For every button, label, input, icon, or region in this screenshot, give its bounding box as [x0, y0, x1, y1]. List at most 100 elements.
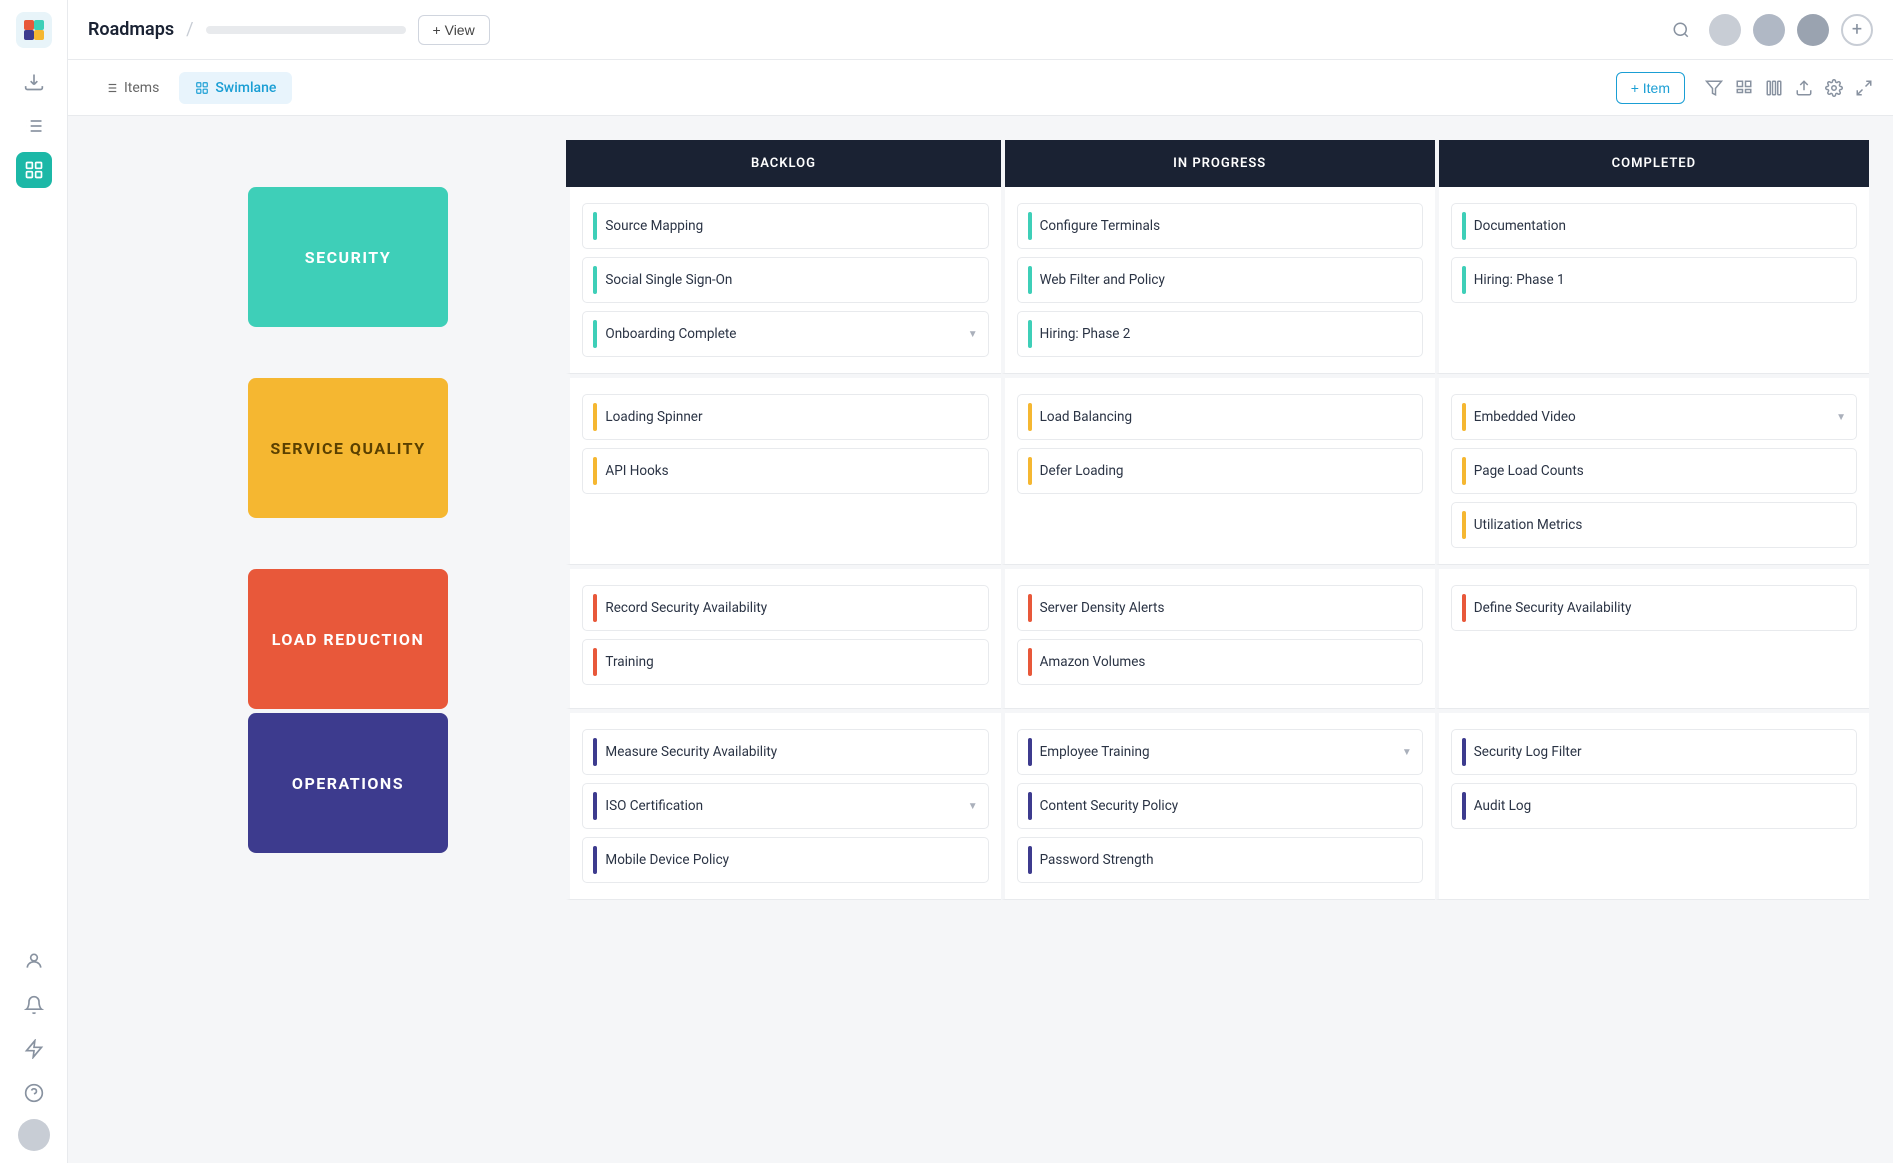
- items-cell-service_quality-inprogress: Load Balancing Defer Loading: [1001, 378, 1435, 565]
- toolbar: Items Swimlane + Item: [68, 60, 1893, 116]
- items-cell-load_reduction-completed: Define Security Availability: [1435, 569, 1869, 709]
- item-card[interactable]: Measure Security Availability: [582, 729, 988, 775]
- chevron-down-icon[interactable]: ▼: [1836, 412, 1846, 423]
- item-color-dot: [1028, 846, 1032, 874]
- chevron-down-icon[interactable]: ▼: [1402, 747, 1412, 758]
- item-color-dot: [1462, 511, 1466, 539]
- item-color-dot: [593, 792, 597, 820]
- item-list-service_quality-completed: Embedded Video ▼ Page Load Counts Utilizati…: [1451, 394, 1857, 548]
- item-color-dot: [1028, 403, 1032, 431]
- item-card[interactable]: Configure Terminals: [1017, 203, 1423, 249]
- item-card[interactable]: Hiring: Phase 2: [1017, 311, 1423, 357]
- item-card[interactable]: Utilization Metrics: [1451, 502, 1857, 548]
- sidebar-icon-download[interactable]: [16, 64, 52, 100]
- item-label: Hiring: Phase 1: [1474, 272, 1846, 288]
- item-label: Loading Spinner: [605, 409, 977, 425]
- item-card[interactable]: Hiring: Phase 1: [1451, 257, 1857, 303]
- chevron-down-icon[interactable]: ▼: [968, 329, 978, 340]
- add-user-button[interactable]: +: [1841, 14, 1873, 46]
- item-list-load_reduction-inprogress: Server Density Alerts Amazon Volumes: [1017, 585, 1423, 685]
- item-color-dot: [1028, 792, 1032, 820]
- layout-icon[interactable]: [1735, 79, 1753, 97]
- item-card[interactable]: Web Filter and Policy: [1017, 257, 1423, 303]
- filter-icon[interactable]: [1705, 79, 1723, 97]
- user-avatar[interactable]: [18, 1119, 50, 1151]
- sidebar-icon-people[interactable]: [16, 943, 52, 979]
- item-card[interactable]: Load Balancing: [1017, 394, 1423, 440]
- expand-icon[interactable]: [1855, 79, 1873, 97]
- item-label: Configure Terminals: [1040, 218, 1412, 234]
- item-list-security-backlog: Source Mapping Social Single Sign-On Onboa…: [582, 203, 988, 357]
- items-cell-security-backlog: Source Mapping Social Single Sign-On Onboa…: [566, 187, 1000, 374]
- item-card[interactable]: Training: [582, 639, 988, 685]
- item-card[interactable]: Content Security Policy: [1017, 783, 1423, 829]
- item-list-security-inprogress: Configure Terminals Web Filter and Policy…: [1017, 203, 1423, 357]
- export-icon[interactable]: [1795, 79, 1813, 97]
- item-card[interactable]: ISO Certification▼: [582, 783, 988, 829]
- item-card[interactable]: Source Mapping: [582, 203, 988, 249]
- item-color-dot: [593, 457, 597, 485]
- item-card[interactable]: Defer Loading: [1017, 448, 1423, 494]
- item-color-dot: [1028, 212, 1032, 240]
- item-card[interactable]: Security Log Filter: [1451, 729, 1857, 775]
- items-cell-security-completed: Documentation Hiring: Phase 1: [1435, 187, 1869, 374]
- item-card[interactable]: Documentation: [1451, 203, 1857, 249]
- item-card[interactable]: Loading Spinner: [582, 394, 988, 440]
- item-card[interactable]: Password Strength: [1017, 837, 1423, 883]
- main-area: Roadmaps / + View + Items Swimlane + Ite…: [68, 0, 1893, 1163]
- search-icon[interactable]: [1665, 14, 1697, 46]
- app-logo[interactable]: [16, 12, 52, 48]
- item-label: Source Mapping: [605, 218, 977, 234]
- item-card[interactable]: Page Load Counts: [1451, 448, 1857, 494]
- sidebar-icon-help[interactable]: [16, 1075, 52, 1111]
- item-card[interactable]: Embedded Video ▼: [1451, 394, 1857, 440]
- item-card[interactable]: Server Density Alerts: [1017, 585, 1423, 631]
- user-avatar-1[interactable]: [1709, 14, 1741, 46]
- item-card[interactable]: Audit Log: [1451, 783, 1857, 829]
- columns-icon[interactable]: [1765, 79, 1783, 97]
- item-card[interactable]: Amazon Volumes: [1017, 639, 1423, 685]
- item-list-security-completed: Documentation Hiring: Phase 1: [1451, 203, 1857, 303]
- items-cell-security-inprogress: Configure Terminals Web Filter and Policy…: [1001, 187, 1435, 374]
- page-title: Roadmaps: [88, 19, 174, 40]
- tab-swimlane[interactable]: Swimlane: [179, 72, 292, 104]
- item-color-dot: [1462, 403, 1466, 431]
- tab-swimlane-label: Swimlane: [215, 80, 276, 96]
- item-card[interactable]: Social Single Sign-On: [582, 257, 988, 303]
- tab-items[interactable]: Items: [88, 72, 175, 104]
- chevron-down-icon[interactable]: ▼: [968, 801, 978, 812]
- item-card[interactable]: Define Security Availability: [1451, 585, 1857, 631]
- user-avatar-2[interactable]: [1753, 14, 1785, 46]
- add-item-button[interactable]: + Item: [1616, 72, 1685, 104]
- item-label: Mobile Device Policy: [605, 852, 977, 868]
- item-label: Password Strength: [1040, 852, 1412, 868]
- breadcrumb-bar: [206, 26, 406, 34]
- item-list-operations-backlog: Measure Security Availability ISO Certifi…: [582, 729, 988, 883]
- settings-icon[interactable]: [1825, 79, 1843, 97]
- item-list-load_reduction-backlog: Record Security Availability Training: [582, 585, 988, 685]
- item-card[interactable]: Mobile Device Policy: [582, 837, 988, 883]
- col-header-completed: COMPLETED: [1435, 140, 1869, 187]
- item-color-dot: [593, 594, 597, 622]
- item-label: Defer Loading: [1040, 463, 1412, 479]
- items-cell-operations-backlog: Measure Security Availability ISO Certifi…: [566, 713, 1000, 900]
- item-color-dot: [593, 846, 597, 874]
- view-button[interactable]: + View: [418, 15, 490, 45]
- sidebar-icon-list[interactable]: [16, 108, 52, 144]
- item-card[interactable]: Employee Training▼: [1017, 729, 1423, 775]
- item-color-dot: [1028, 738, 1032, 766]
- lane-header-empty: [248, 140, 566, 187]
- sidebar-icon-roadmap[interactable]: [16, 152, 52, 188]
- lane-box-operations: OPERATIONS: [248, 713, 448, 853]
- user-avatar-3[interactable]: [1797, 14, 1829, 46]
- swimlane-content: BACKLOG IN PROGRESS COMPLETED SECURITYSo…: [68, 116, 1893, 1163]
- items-cell-service_quality-completed: Embedded Video ▼ Page Load Counts Utilizati…: [1435, 378, 1869, 565]
- item-card[interactable]: Record Security Availability: [582, 585, 988, 631]
- item-card[interactable]: API Hooks: [582, 448, 988, 494]
- lane-box-security: SECURITY: [248, 187, 448, 327]
- sidebar-icon-bell[interactable]: [16, 987, 52, 1023]
- item-label: Embedded Video: [1474, 409, 1828, 425]
- item-color-dot: [1462, 738, 1466, 766]
- item-card[interactable]: Onboarding Complete▼: [582, 311, 988, 357]
- sidebar-icon-lightning[interactable]: [16, 1031, 52, 1067]
